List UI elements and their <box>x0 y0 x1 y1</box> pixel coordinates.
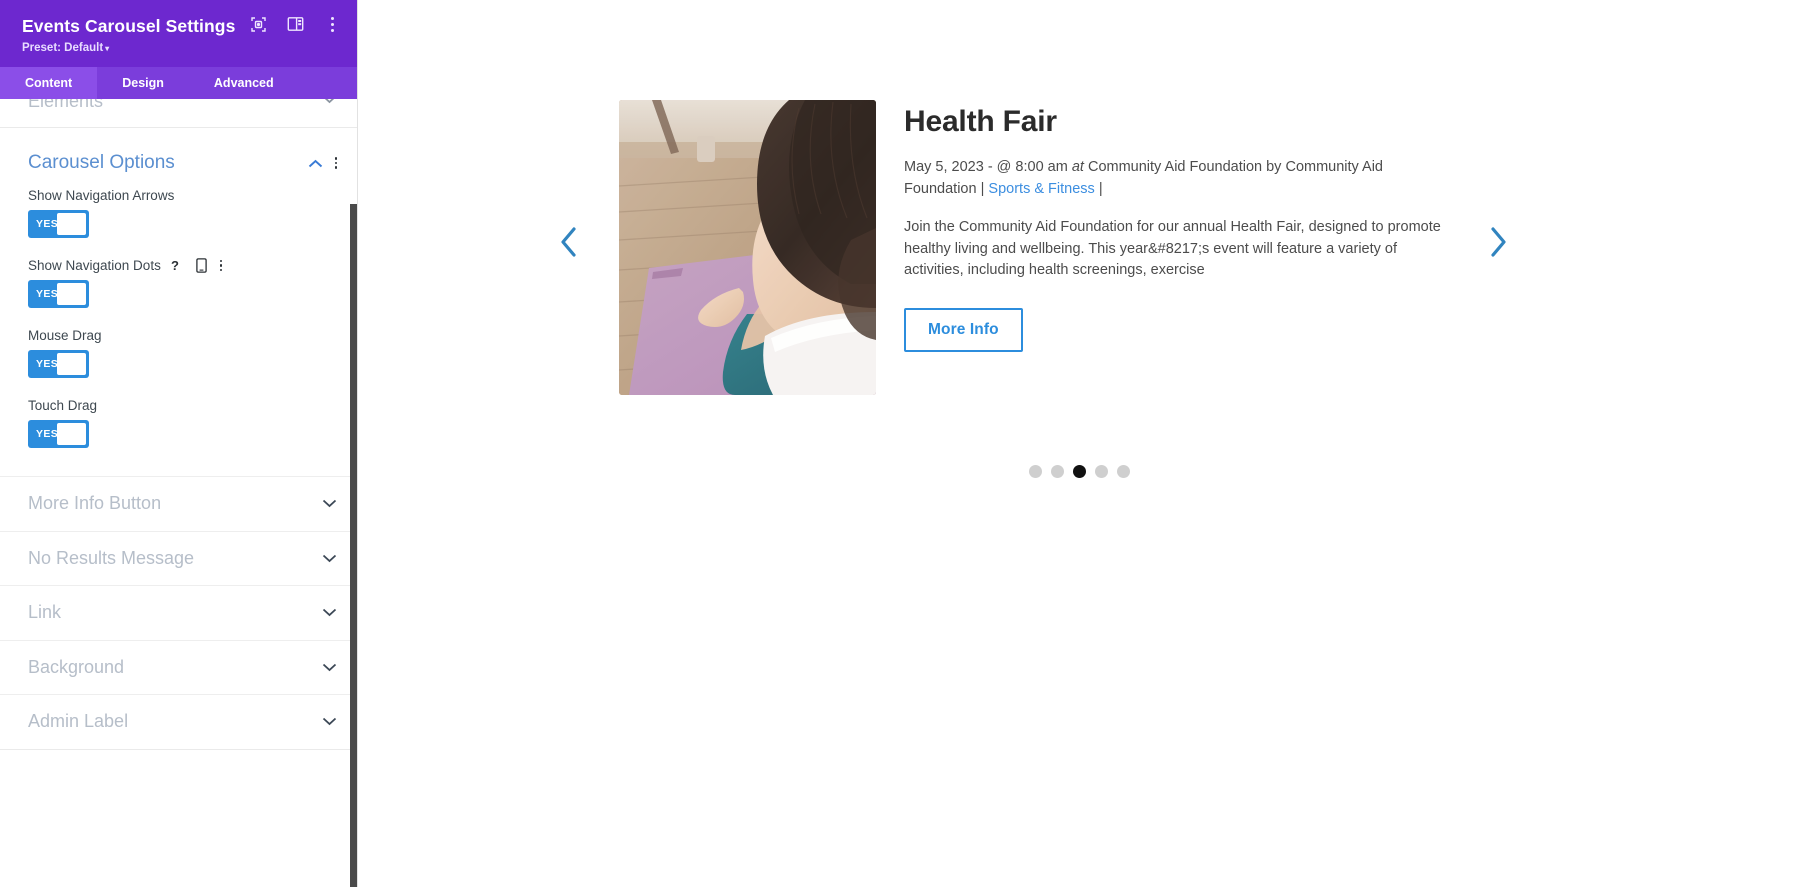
preset-selector[interactable]: Preset: Default ▾ <box>22 42 341 54</box>
toggle-value: YES <box>36 428 59 440</box>
field-label: Touch Drag <box>28 398 98 413</box>
chevron-up-icon[interactable] <box>308 159 323 168</box>
help-icon[interactable]: ? <box>170 258 183 273</box>
carousel-dot[interactable] <box>1116 465 1130 478</box>
field-icon-group: ? <box>170 258 223 273</box>
field-show-navigation-arrows: Show Navigation Arrows YES <box>0 188 357 238</box>
section-elements[interactable]: Elements <box>0 99 357 127</box>
section-elements-title: Elements <box>28 99 104 111</box>
panel-scroll-body[interactable]: Elements Carousel Options Show Navigatio… <box>0 99 357 887</box>
field-label: Mouse Drag <box>28 328 102 343</box>
settings-panel: Events Carousel Settings Preset: Default… <box>0 0 358 887</box>
layout-columns-icon[interactable] <box>286 15 304 33</box>
carousel-dot[interactable] <box>1094 465 1108 478</box>
section-more-options-icon[interactable] <box>334 157 337 169</box>
section-admin-label[interactable]: Admin Label <box>0 694 357 749</box>
toggle-knob <box>57 423 86 445</box>
section-carousel-options: Carousel Options Show Navigation Arrows … <box>0 128 357 448</box>
section-more-info-button[interactable]: More Info Button <box>0 476 357 531</box>
section-background[interactable]: Background <box>0 639 357 695</box>
event-venue: Community Aid Foundation <box>1087 159 1263 175</box>
meta-separator: | <box>980 180 985 197</box>
events-carousel: Health Fair May 5, 2023 - @ 8:00 am at C… <box>358 0 1800 560</box>
tab-design[interactable]: Design <box>97 67 189 99</box>
section-carousel-options-title: Carousel Options <box>28 152 175 173</box>
chevron-down-icon <box>322 717 337 726</box>
chevron-down-icon: ▾ <box>105 44 110 53</box>
section-title: No Results Message <box>28 547 195 568</box>
toggle-knob <box>57 283 86 305</box>
focus-target-icon[interactable] <box>249 15 267 33</box>
more-options-icon[interactable] <box>323 15 341 33</box>
toggle-touch-drag[interactable]: YES <box>28 420 89 448</box>
panel-header-actions <box>249 15 341 33</box>
event-at-word: at <box>1071 159 1084 175</box>
carousel-dot[interactable] <box>1050 465 1064 478</box>
event-date: May 5, 2023 - @ 8:00 am <box>904 159 1068 175</box>
toggle-mouse-drag[interactable]: YES <box>28 350 89 378</box>
chevron-left-icon[interactable] <box>549 222 589 262</box>
event-category-link[interactable]: Sports & Fitness <box>988 181 1094 197</box>
meta-separator: | <box>1098 180 1103 197</box>
chevron-down-icon <box>322 608 337 617</box>
chevron-down-icon <box>322 99 337 104</box>
toggle-value: YES <box>36 358 59 370</box>
event-image <box>619 100 876 395</box>
svg-text:?: ? <box>171 258 179 273</box>
section-title: Background <box>28 656 125 677</box>
tab-content[interactable]: Content <box>0 67 98 99</box>
field-label: Show Navigation Dots <box>28 258 161 273</box>
event-by-word: by <box>1266 159 1282 175</box>
preset-label: Preset: Default <box>22 42 104 54</box>
carousel-dot[interactable] <box>1028 465 1042 478</box>
section-title: Admin Label <box>28 711 129 732</box>
toggle-show-navigation-dots[interactable]: YES <box>28 280 89 308</box>
event-description: Join the Community Aid Foundation for ou… <box>904 219 1441 278</box>
field-show-navigation-dots: Show Navigation Dots ? YES <box>0 258 357 308</box>
toggle-knob <box>57 353 86 375</box>
more-info-button[interactable]: More Info <box>904 307 1023 352</box>
panel-header: Events Carousel Settings Preset: Default… <box>0 0 357 67</box>
panel-scrollbar[interactable] <box>350 204 357 887</box>
preview-area: Health Fair May 5, 2023 - @ 8:00 am at C… <box>358 0 1800 887</box>
carousel-slide: Health Fair May 5, 2023 - @ 8:00 am at C… <box>619 100 1539 395</box>
chevron-down-icon <box>322 499 337 508</box>
section-carousel-options-header[interactable]: Carousel Options <box>0 128 357 188</box>
chevron-down-icon <box>322 663 337 672</box>
tab-advanced[interactable]: Advanced <box>189 67 299 99</box>
section-link[interactable]: Link <box>0 585 357 640</box>
carousel-dot[interactable] <box>1072 465 1086 478</box>
chevron-down-icon <box>322 554 337 563</box>
field-touch-drag: Touch Drag YES <box>0 398 357 448</box>
field-mouse-drag: Mouse Drag YES <box>0 328 357 378</box>
toggle-value: YES <box>36 218 59 230</box>
toggle-show-navigation-arrows[interactable]: YES <box>28 210 89 238</box>
section-title: Link <box>28 602 62 623</box>
event-meta: May 5, 2023 - @ 8:00 am at Community Aid… <box>904 157 1404 200</box>
field-label: Show Navigation Arrows <box>28 188 175 203</box>
responsive-device-icon[interactable] <box>196 258 207 273</box>
carousel-dots <box>358 465 1800 478</box>
chevron-right-icon[interactable] <box>1478 222 1518 262</box>
toggle-value: YES <box>36 288 59 300</box>
toggle-knob <box>57 213 86 235</box>
field-more-options-icon[interactable] <box>219 259 223 272</box>
app-root: Events Carousel Settings Preset: Default… <box>0 0 1800 887</box>
section-title: More Info Button <box>28 493 162 514</box>
panel-tabs: Content Design Advanced <box>0 67 357 99</box>
event-title: Health Fair <box>904 105 1057 138</box>
event-info: Health Fair May 5, 2023 - @ 8:00 am at C… <box>904 100 1539 395</box>
section-no-results-message[interactable]: No Results Message <box>0 530 357 586</box>
divider <box>0 748 357 750</box>
